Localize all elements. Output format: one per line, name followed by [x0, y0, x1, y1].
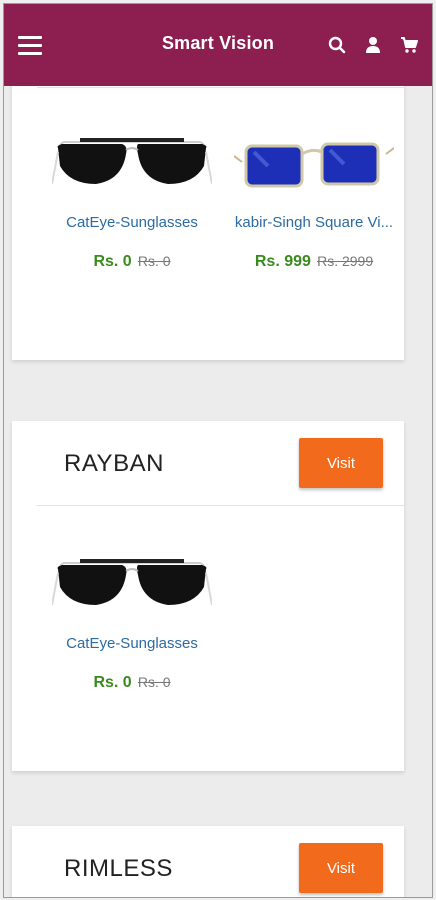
- original-price: Rs. 0: [137, 253, 171, 269]
- product-card[interactable]: CatEye-Sunglasses Rs. 0 Rs. 0: [42, 539, 222, 692]
- visit-button[interactable]: Visit: [299, 843, 383, 893]
- square-sunglasses-image: [224, 118, 404, 206]
- header-actions: [326, 34, 420, 56]
- current-price: Rs. 0: [93, 674, 132, 691]
- section-divider: [37, 505, 404, 506]
- app-bar: Smart Vision: [4, 4, 432, 86]
- original-price: Rs. 2999: [317, 253, 374, 269]
- brand-name: RAYBAN: [64, 450, 164, 477]
- product-name[interactable]: CatEye-Sunglasses: [42, 214, 222, 231]
- product-name[interactable]: CatEye-Sunglasses: [42, 635, 222, 652]
- current-price: Rs. 999: [254, 253, 311, 270]
- product-name[interactable]: kabir-Singh Square Vi...: [224, 214, 404, 231]
- original-price: Rs. 0: [137, 674, 171, 690]
- brand-section-rimless: RIMLESS Visit: [12, 826, 404, 897]
- product-card[interactable]: CatEye-Sunglasses Rs. 0 Rs. 0: [42, 118, 222, 271]
- brand-section-rayban: RAYBAN Visit CatEye-Sunglasses Rs. 0 Rs.…: [12, 421, 404, 771]
- product-section-card: CatEye-Sunglasses Rs. 0 Rs. 0 kabir-Sing…: [12, 86, 404, 360]
- visit-button[interactable]: Visit: [299, 438, 383, 488]
- content-scroll[interactable]: CatEye-Sunglasses Rs. 0 Rs. 0 kabir-Sing…: [4, 86, 432, 897]
- product-card[interactable]: kabir-Singh Square Vi... Rs. 999 Rs. 299…: [224, 118, 404, 271]
- product-price: Rs. 0 Rs. 0: [42, 674, 222, 692]
- cart-icon[interactable]: [398, 34, 420, 56]
- cateye-sunglasses-image: [42, 118, 222, 206]
- brand-header: RIMLESS Visit: [12, 826, 404, 897]
- phone-frame: Smart Vision CatEye-Sunglasses Rs. 0 Rs.…: [3, 3, 433, 898]
- brand-name: RIMLESS: [64, 855, 173, 882]
- product-price: Rs. 999 Rs. 2999: [224, 253, 404, 271]
- search-icon[interactable]: [326, 34, 348, 56]
- section-divider: [37, 87, 404, 88]
- product-price: Rs. 0 Rs. 0: [42, 253, 222, 271]
- user-icon[interactable]: [362, 34, 384, 56]
- brand-header: RAYBAN Visit: [12, 421, 404, 505]
- cateye-sunglasses-image: [42, 539, 222, 627]
- current-price: Rs. 0: [93, 253, 132, 270]
